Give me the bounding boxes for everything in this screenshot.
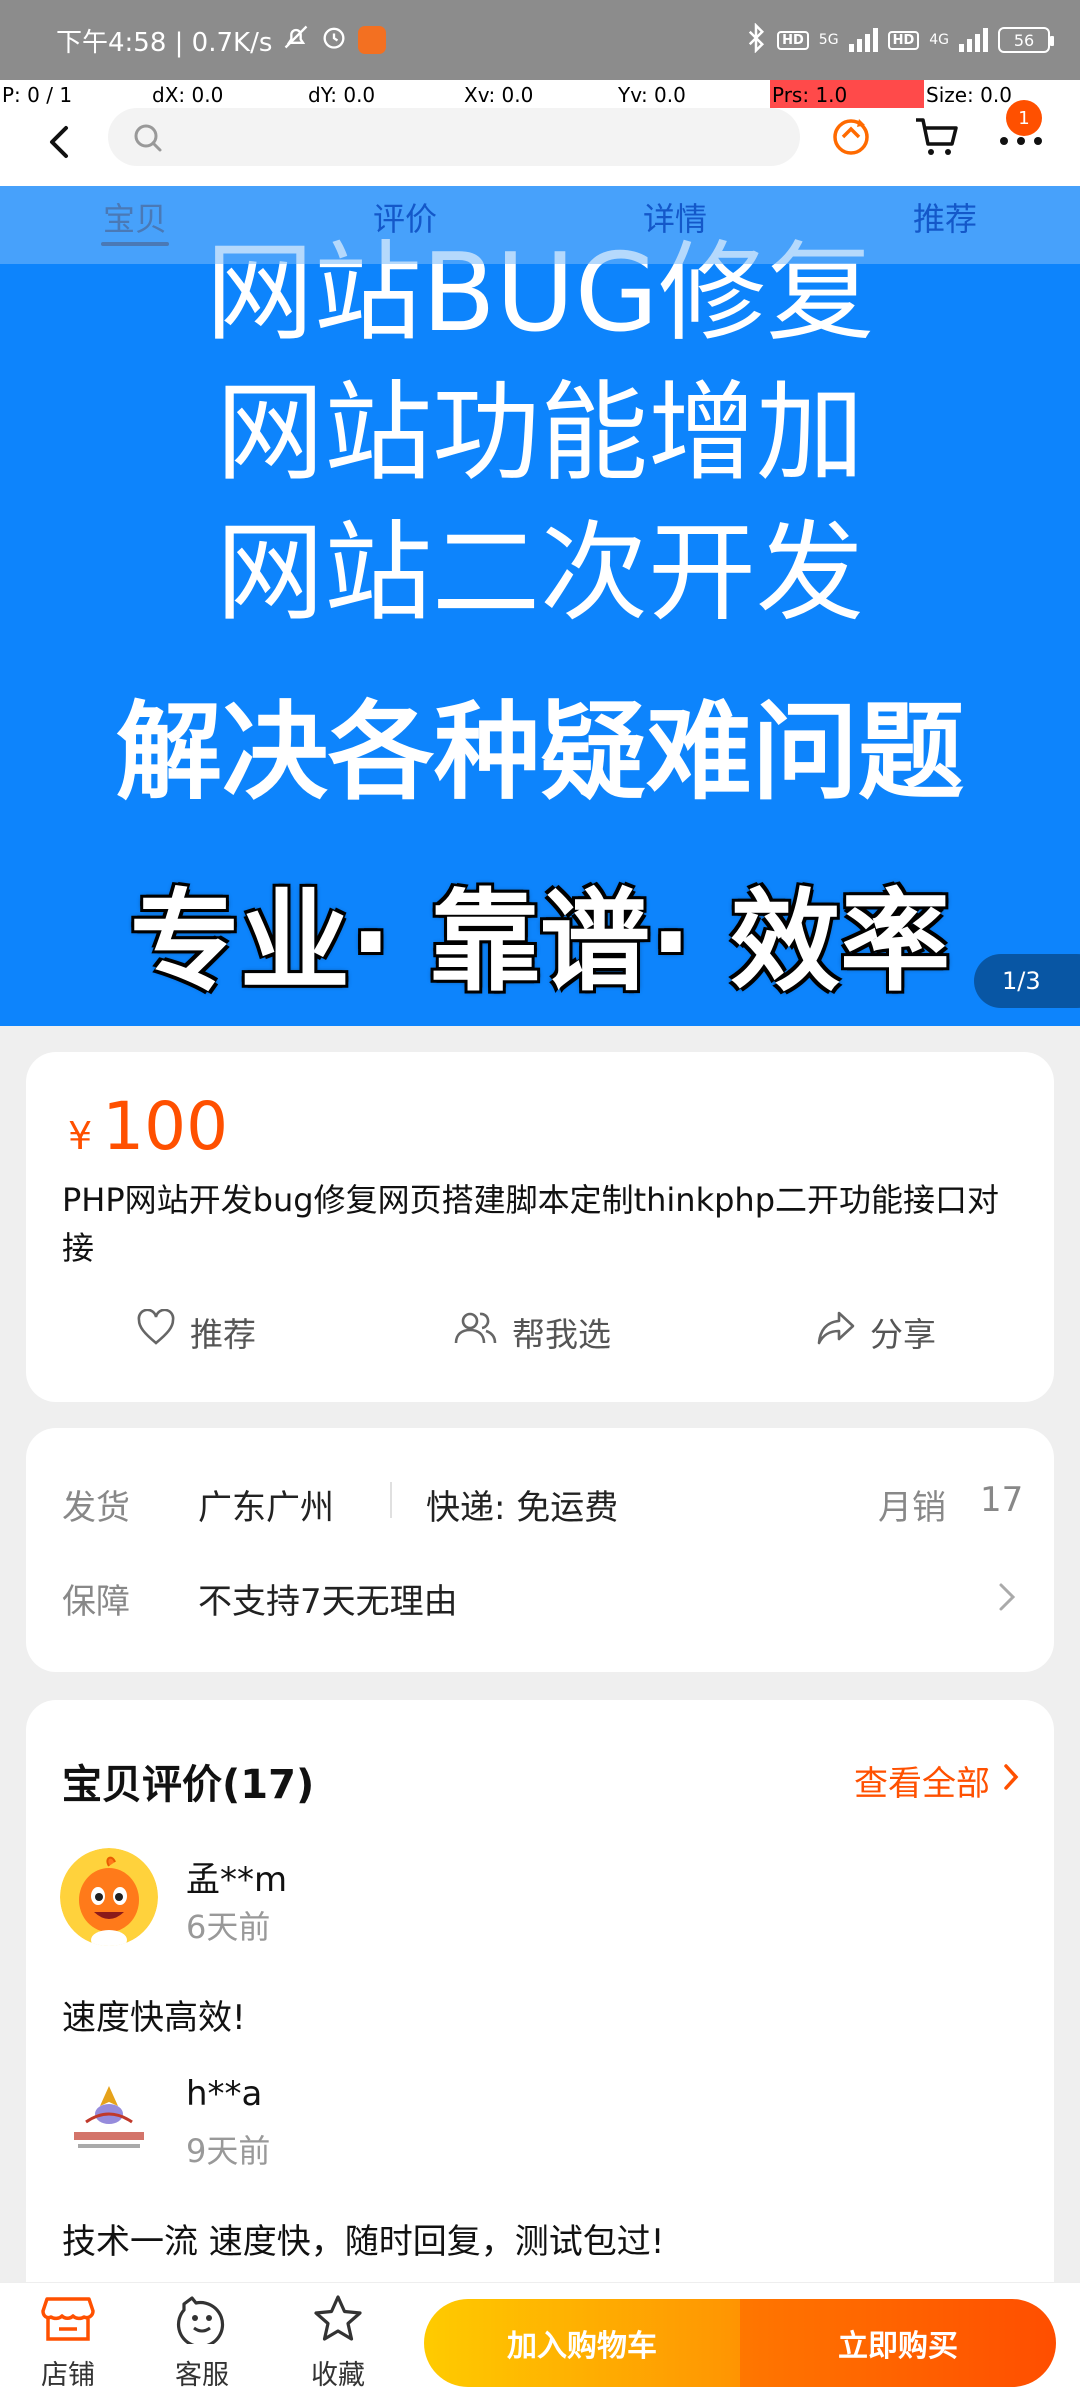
- add-to-cart-button[interactable]: 加入购物车: [424, 2299, 740, 2387]
- tab-recommend[interactable]: 推荐: [810, 186, 1080, 264]
- store-button[interactable]: 店铺: [18, 2291, 118, 2392]
- bluetooth-icon: [745, 22, 767, 57]
- share-label: 分享: [870, 1315, 936, 1354]
- monthly-sales-label: 月销: [878, 1488, 946, 1528]
- see-all-label: 查看全部: [854, 1764, 990, 1804]
- pointer-debug-bar: P: 0 / 1 dX: 0.0 dY: 0.0 Xv: 0.0 Yv: 0.0…: [0, 80, 1080, 108]
- shipping-card[interactable]: 发货 广东广州 快递: 免运费 月销 17 保障 不支持7天无理由: [26, 1428, 1054, 1672]
- debug-dy: dY: 0.0: [308, 83, 376, 107]
- debug-yv: Yv: 0.0: [618, 83, 686, 107]
- mute-icon: [282, 23, 310, 58]
- search-icon: [132, 122, 164, 158]
- signal-icon-2: [959, 28, 988, 52]
- review-user-1: 孟**m: [186, 1860, 288, 1900]
- favorite-button[interactable]: 收藏: [288, 2291, 388, 2392]
- back-arrow-icon[interactable]: [44, 122, 74, 162]
- bottom-action-bar: 店铺 客服 收藏 加入购物车 立即购买: [0, 2282, 1080, 2400]
- divider: [390, 1482, 392, 1518]
- tab-product[interactable]: 宝贝: [0, 186, 270, 264]
- see-all-reviews-link[interactable]: 查看全部: [854, 1756, 1020, 1805]
- image-pager-indicator: 1/3: [974, 954, 1080, 1008]
- share-icon: [816, 1309, 856, 1355]
- cart-count-badge: 1: [1006, 100, 1042, 136]
- tab-reviews[interactable]: 评价: [270, 186, 540, 264]
- battery-icon: 56: [998, 27, 1054, 53]
- search-header: 1: [0, 100, 1080, 186]
- currency-symbol: ¥: [68, 1114, 93, 1158]
- ship-label: 发货: [62, 1488, 130, 1528]
- avatar: [60, 1848, 158, 1946]
- chevron-right-icon: [1002, 1761, 1020, 1801]
- hd-badge-1: HD: [777, 30, 809, 50]
- reviews-title: 宝贝评价(17): [62, 1762, 315, 1808]
- status-time-speed: 下午4:58 | 0.7K/s: [56, 27, 273, 58]
- product-actions: 推荐 帮我选 分享: [26, 1308, 1054, 1364]
- status-right: HD 5G HD 4G 56: [745, 22, 1054, 57]
- customer-service-label: 客服: [175, 2360, 229, 2391]
- recommend-button[interactable]: 推荐: [136, 1308, 256, 1356]
- price: ¥ 100: [68, 1088, 228, 1165]
- avatar: [60, 2072, 158, 2170]
- rotate-refresh-icon[interactable]: [824, 110, 878, 164]
- people-icon: [452, 1309, 498, 1355]
- search-input[interactable]: [108, 108, 800, 166]
- help-choose-button[interactable]: 帮我选: [452, 1308, 611, 1356]
- help-choose-label: 帮我选: [512, 1315, 611, 1354]
- buy-now-button[interactable]: 立即购买: [740, 2299, 1056, 2387]
- banner-line-5: 专业· 靠谱· 效率: [129, 878, 951, 1006]
- guarantee-value: 不支持7天无理由: [198, 1582, 458, 1622]
- star-icon: [288, 2291, 388, 2347]
- review-text-2: 技术一流 速度快，随时回复，测试包过!: [62, 2222, 665, 2262]
- favorite-label: 收藏: [311, 2360, 365, 2391]
- banner-line-4: 解决各种疑难问题: [116, 691, 964, 814]
- signal-icon-1: [848, 28, 878, 52]
- heart-icon: [136, 1308, 176, 1355]
- ship-from: 广东广州: [198, 1488, 334, 1528]
- store-icon: [18, 2291, 118, 2347]
- chat-face-icon: [152, 2291, 252, 2347]
- debug-prs: Prs: 1.0: [770, 80, 924, 108]
- debug-p: P: 0 / 1: [2, 83, 73, 107]
- debug-xv: Xv: 0.0: [464, 83, 534, 107]
- recommend-label: 推荐: [190, 1315, 256, 1354]
- debug-size: Size: 0.0: [926, 83, 1012, 107]
- app-notification-icon: [358, 26, 387, 54]
- status-left: 下午4:58 | 0.7K/s: [56, 22, 387, 59]
- review-user-2: h**a: [186, 2074, 263, 2114]
- price-value: 100: [102, 1088, 229, 1165]
- debug-dx: dX: 0.0: [152, 83, 224, 107]
- monthly-sales-value: 17: [980, 1480, 1024, 1520]
- banner-line-2: 网站功能增加: [215, 371, 864, 496]
- alarm-icon: [320, 23, 348, 58]
- detail-tabs: 宝贝 评价 详情 推荐: [0, 186, 1080, 264]
- product-image-banner[interactable]: 网站BUG修复 网站功能增加 网站二次开发 解决各种疑难问题 专业· 靠谱· 效…: [0, 186, 1080, 1026]
- reviews-card: 宝贝评价(17) 查看全部 孟**m 6天前 速度快高效! h**a 9天前 技…: [26, 1700, 1054, 2320]
- banner-line-3: 网站二次开发: [215, 511, 864, 636]
- hd-badge-2: HD: [887, 30, 920, 50]
- product-title: PHP网站开发bug修复网页搭建脚本定制thinkphp二开功能接口对接: [62, 1181, 1000, 1267]
- chevron-right-icon: [996, 1580, 1018, 1618]
- review-text-1: 速度快高效!: [62, 1998, 246, 2038]
- customer-service-button[interactable]: 客服: [152, 2291, 252, 2392]
- network-4g-label: 4G: [929, 32, 949, 48]
- shopping-cart-icon[interactable]: [910, 110, 964, 164]
- tab-details[interactable]: 详情: [540, 186, 810, 264]
- store-label: 店铺: [41, 2360, 95, 2391]
- network-5g-label: 5G: [818, 32, 839, 48]
- status-bar: 下午4:58 | 0.7K/s HD 5G HD 4G 56: [0, 0, 1080, 80]
- price-card: ¥ 100 PHP网站开发bug修复网页搭建脚本定制thinkphp二开功能接口…: [26, 1052, 1054, 1402]
- express-info: 快递: 免运费: [426, 1488, 619, 1528]
- share-button[interactable]: 分享: [816, 1308, 936, 1356]
- review-time-2: 9天前: [186, 2132, 271, 2170]
- guarantee-label: 保障: [62, 1582, 130, 1622]
- review-time-1: 6天前: [186, 1908, 271, 1946]
